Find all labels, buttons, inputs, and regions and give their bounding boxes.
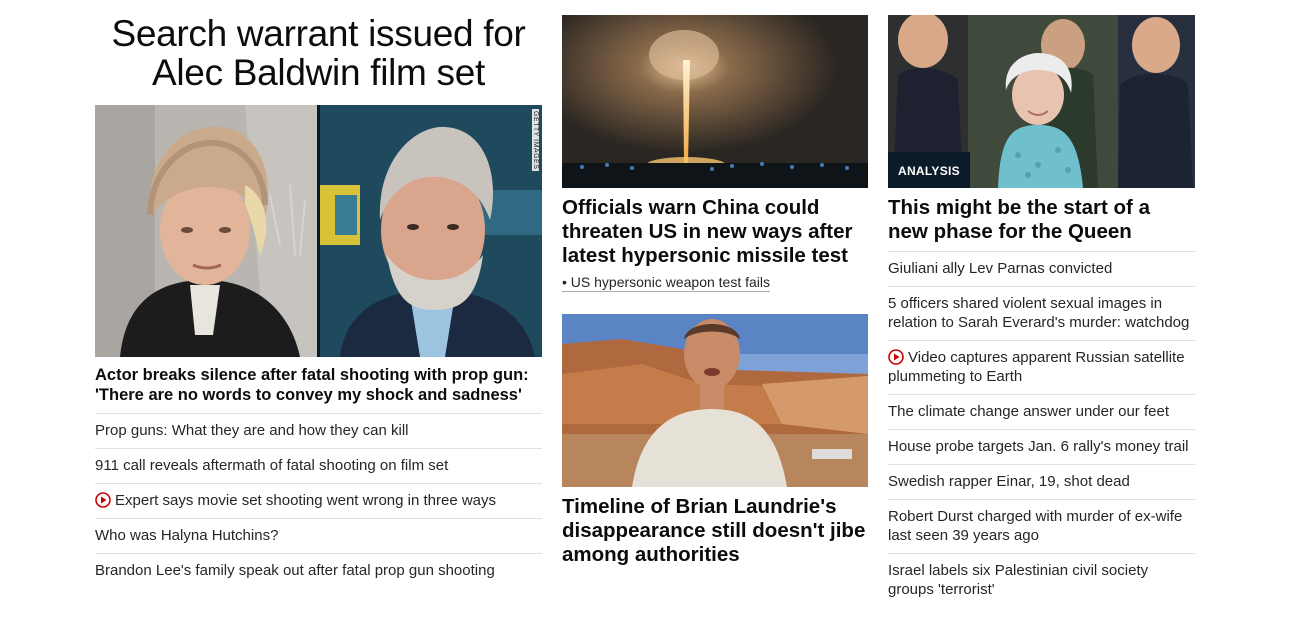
related-links-list: Prop guns: What they are and how they ca… [95,413,542,588]
list-item[interactable]: Israel labels six Palestinian civil soci… [888,553,1195,607]
analysis-badge: ANALYSIS [888,152,970,188]
laundrie-headline[interactable]: Timeline of Brian Laundrie's disappearan… [562,495,868,567]
column-middle: Officials warn China could threaten US i… [562,0,868,567]
list-item-text[interactable]: Giuliani ally Lev Parnas convicted [888,260,1112,277]
list-item[interactable]: Prop guns: What they are and how they ca… [95,413,542,448]
list-item[interactable]: Robert Durst charged with murder of ex-w… [888,499,1195,553]
list-item-text[interactable]: 911 call reveals aftermath of fatal shoo… [95,457,448,474]
lead-story-headline[interactable]: Actor breaks silence after fatal shootin… [95,365,542,413]
list-item[interactable]: Brandon Lee's family speak out after fat… [95,553,542,588]
column-main: Search warrant issued for Alec Baldwin f… [95,0,542,588]
list-item-text[interactable]: Prop guns: What they are and how they ca… [95,422,409,439]
list-item-text[interactable]: Swedish rapper Einar, 19, shot dead [888,473,1130,490]
laundrie-image[interactable] [562,314,868,487]
list-item-text[interactable]: Who was Halyna Hutchins? [95,527,278,544]
list-item[interactable]: The climate change answer under our feet [888,394,1195,429]
list-item-text[interactable]: Video captures apparent Russian satellit… [888,349,1185,385]
list-item-text[interactable]: Expert says movie set shooting went wron… [115,492,496,509]
list-item[interactable]: Giuliani ally Lev Parnas convicted [888,251,1195,286]
list-item[interactable]: Video captures apparent Russian satellit… [888,340,1195,394]
list-item[interactable]: Expert says movie set shooting went wron… [95,483,542,518]
list-item-text[interactable]: The climate change answer under our feet [888,403,1169,420]
headlines-list: Giuliani ally Lev Parnas convicted 5 off… [888,251,1195,607]
list-item-text[interactable]: Israel labels six Palestinian civil soci… [888,562,1148,598]
list-item-text[interactable]: Robert Durst charged with murder of ex-w… [888,508,1182,544]
list-item-text[interactable]: House probe targets Jan. 6 rally's money… [888,438,1189,455]
list-item[interactable]: House probe targets Jan. 6 rally's money… [888,429,1195,464]
queen-headline[interactable]: This might be the start of a new phase f… [888,196,1195,251]
column-right: ANALYSIS This might be the start of a ne… [888,0,1195,607]
queen-image[interactable]: ANALYSIS [888,15,1195,188]
list-item[interactable]: Swedish rapper Einar, 19, shot dead [888,464,1195,499]
baldwin-hutchins-image[interactable]: GETTY IMAGES [95,105,542,357]
list-item-text[interactable]: Brandon Lee's family speak out after fat… [95,562,495,579]
list-item-text[interactable]: 5 officers shared violent sexual images … [888,295,1189,331]
main-headline[interactable]: Search warrant issued for Alec Baldwin f… [95,14,542,92]
list-item[interactable]: 911 call reveals aftermath of fatal shoo… [95,448,542,483]
missile-launch-image[interactable] [562,15,868,188]
list-item[interactable]: Who was Halyna Hutchins? [95,518,542,553]
play-circle-icon [888,349,904,365]
image-credit: GETTY IMAGES [532,109,539,172]
play-circle-icon [95,492,111,508]
hypersonic-test-link[interactable]: • US hypersonic weapon test fails [562,274,771,292]
list-item[interactable]: 5 officers shared violent sexual images … [888,286,1195,340]
china-missile-headline[interactable]: Officials warn China could threaten US i… [562,196,868,268]
